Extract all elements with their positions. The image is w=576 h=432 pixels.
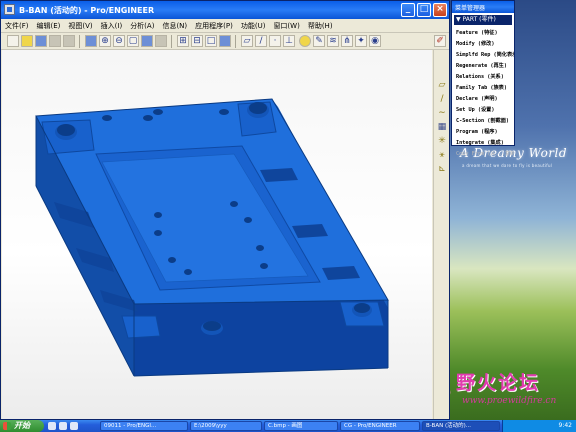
watermark-url: www.proewildfire.cn: [462, 396, 557, 406]
task-button[interactable]: E:\2009\yyy: [190, 421, 262, 431]
menu-manager-item[interactable]: Program (程序): [452, 127, 514, 138]
menu-manager-item: Copy From (从...复制): [456, 151, 514, 157]
wireframe-icon[interactable]: ⊞: [177, 35, 189, 47]
toolbar-separator: [235, 35, 236, 48]
task-button[interactable]: C.bmp - 画图: [264, 421, 338, 431]
mold-plate-model: [35, 98, 389, 377]
new-file-icon[interactable]: [7, 35, 19, 47]
menu-manager-titlebar[interactable]: 菜单管理器: [452, 1, 514, 13]
watermark-title: 野火论坛: [456, 372, 541, 394]
maximize-button[interactable]: □: [417, 3, 431, 17]
menu-view[interactable]: 视图(V): [64, 19, 96, 32]
menu-manager-window: 菜单管理器 ▼ PART (零件) Feature (特征) Modify (修改…: [451, 0, 515, 157]
menu-bar: 文件(F) 编辑(E) 视图(V) 插入(I) 分析(A) 信息(N) 应用程序…: [1, 19, 449, 33]
wallpaper-subtagline: a dream that we dare to fly is beautiful: [462, 163, 553, 168]
graphics-viewport[interactable]: [2, 50, 432, 419]
point-tool-icon[interactable]: ✳: [436, 136, 448, 146]
task-button-active[interactable]: B-BAN (活动的)...: [422, 421, 500, 431]
refit-icon[interactable]: ▢: [127, 35, 139, 47]
toolbar-separator: [171, 35, 172, 48]
menu-manager-item[interactable]: Family Tab (族表): [452, 83, 514, 94]
datum-axis-icon[interactable]: /: [255, 35, 267, 47]
menu-analysis[interactable]: 分析(A): [126, 19, 158, 32]
eye-icon[interactable]: ◉: [369, 35, 381, 47]
line-tool-icon[interactable]: /: [436, 94, 448, 104]
email-icon[interactable]: [63, 35, 75, 47]
menu-manager-list: Feature (特征)Modify (修改)Simplfd Rep (简化表示…: [452, 28, 514, 160]
menu-manager-item[interactable]: Modify (修改): [452, 39, 514, 50]
minimize-button[interactable]: _: [401, 3, 415, 17]
menu-manager-item[interactable]: Declare (声明): [452, 94, 514, 105]
zoom-in-icon[interactable]: ⊕: [99, 35, 111, 47]
csys-icon[interactable]: ⊥: [283, 35, 295, 47]
quicklaunch-media-icon[interactable]: [70, 422, 78, 430]
menu-manager-item[interactable]: C-Section (剖截面): [452, 116, 514, 127]
annotation-icon[interactable]: ✎: [313, 35, 325, 47]
sketch-pencil-icon[interactable]: ✐: [434, 35, 446, 47]
app-icon[interactable]: [4, 4, 15, 15]
window-title: B-BAN (活动的) - Pro/ENGINEER: [19, 6, 155, 15]
curve-tool-icon[interactable]: ∼: [436, 108, 448, 118]
menu-utilities[interactable]: 功能(U): [237, 19, 270, 32]
hatch-tool-icon[interactable]: ▦: [436, 122, 448, 132]
menu-manager-item[interactable]: Integrate (集成): [452, 138, 514, 149]
spin-center-icon[interactable]: [299, 35, 311, 47]
saved-views-icon[interactable]: [155, 35, 167, 47]
menu-manager-item[interactable]: Simplfd Rep (简化表示): [452, 50, 514, 61]
hidden-line-icon[interactable]: ⊟: [191, 35, 203, 47]
zoom-out-icon[interactable]: ⊖: [113, 35, 125, 47]
no-hidden-icon[interactable]: □: [205, 35, 217, 47]
menu-insert[interactable]: 插入(I): [97, 19, 127, 32]
quicklaunch-browser-icon[interactable]: [48, 422, 56, 430]
menu-manager-item[interactable]: Set Up (设置): [452, 105, 514, 116]
start-label: 开始: [14, 421, 30, 430]
datum-plane-icon[interactable]: ▱: [241, 35, 253, 47]
menu-help[interactable]: 帮助(H): [304, 19, 337, 32]
menu-window[interactable]: 窗口(W): [269, 19, 303, 32]
axis-tool-icon[interactable]: ⚹: [436, 150, 448, 160]
menu-manager-title: 菜单管理器: [455, 5, 486, 12]
repaint-icon[interactable]: [85, 35, 97, 47]
task-button[interactable]: CG - Pro/ENGINEER: [340, 421, 420, 431]
layers-icon[interactable]: ≋: [327, 35, 339, 47]
menu-manager-item[interactable]: Feature (特征): [452, 28, 514, 39]
print-icon[interactable]: [49, 35, 61, 47]
toolbar-separator: [79, 35, 80, 48]
feature-toolbar: ▱ / ∼ ▦ ✳ ⚹ ⊾: [433, 50, 449, 419]
csys-tool-icon[interactable]: ⊾: [436, 164, 448, 174]
reorient-icon[interactable]: [141, 35, 153, 47]
taskbar: 开始 09011 - Pro/ENGI... E:\2009\yyy C.bmp…: [0, 420, 576, 432]
save-icon[interactable]: [35, 35, 47, 47]
menu-manager-header[interactable]: ▼ PART (零件): [454, 15, 512, 25]
open-folder-icon[interactable]: [21, 35, 33, 47]
system-tray: 9:42: [502, 420, 576, 432]
start-button[interactable]: 开始: [0, 420, 44, 432]
main-toolbar: ⊕ ⊖ ▢ ⊞ ⊟ □ ▱ / · ⊥ ✎ ≋ ⋔ ✦ ◉ ✐: [1, 33, 449, 50]
quicklaunch-desktop-icon[interactable]: [59, 422, 67, 430]
datum-point-icon[interactable]: ·: [269, 35, 281, 47]
windows-flag-icon: [3, 422, 11, 430]
menu-info[interactable]: 信息(N): [158, 19, 191, 32]
menu-edit[interactable]: 编辑(E): [33, 19, 65, 32]
main-titlebar[interactable]: B-BAN (活动的) - Pro/ENGINEER _ □ ×: [1, 1, 449, 19]
sketch-tool-icon[interactable]: ▱: [436, 80, 448, 90]
shading-icon[interactable]: [219, 35, 231, 47]
task-button[interactable]: 09011 - Pro/ENGI...: [100, 421, 188, 431]
close-button[interactable]: ×: [433, 3, 447, 17]
clock[interactable]: 9:42: [559, 422, 572, 429]
menu-manager-item[interactable]: Relations (关系): [452, 72, 514, 83]
feature-icon[interactable]: ✦: [355, 35, 367, 47]
menu-manager-item[interactable]: Regenerate (再生): [452, 61, 514, 72]
menu-file[interactable]: 文件(F): [1, 19, 33, 32]
model-tree-icon[interactable]: ⋔: [341, 35, 353, 47]
menu-applications[interactable]: 应用程序(P): [191, 19, 237, 32]
proe-main-window: B-BAN (活动的) - Pro/ENGINEER _ □ × 文件(F) 编…: [0, 0, 450, 420]
